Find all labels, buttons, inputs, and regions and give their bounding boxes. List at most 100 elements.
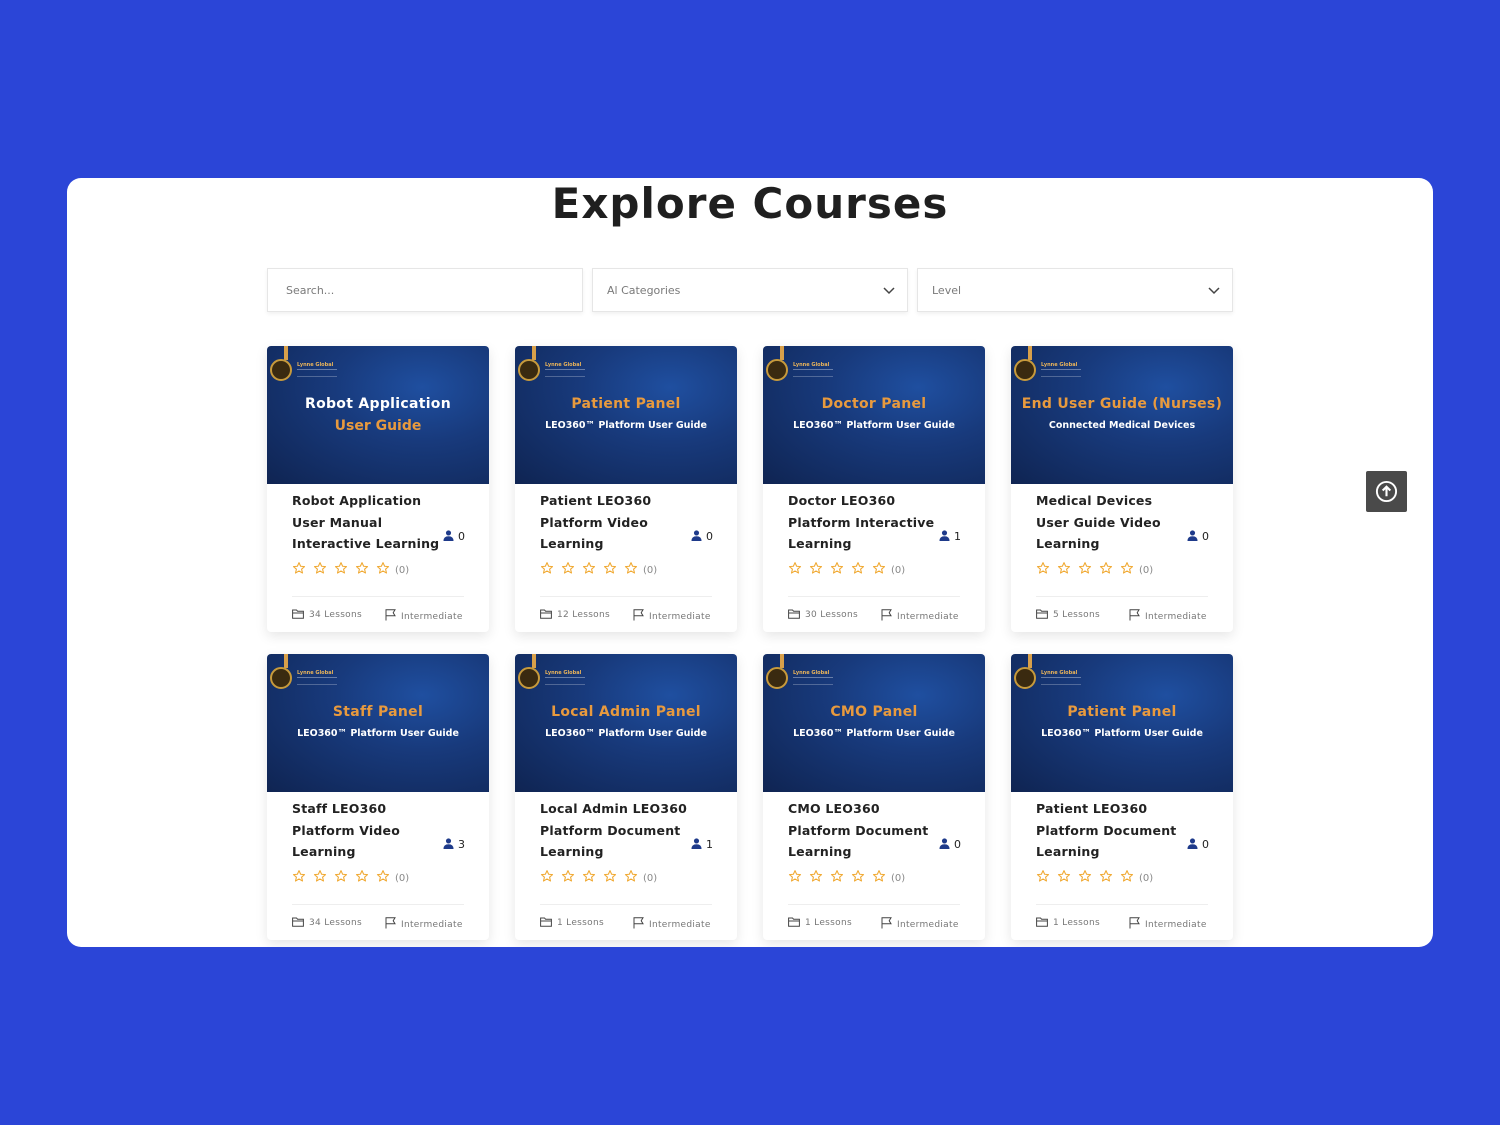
lesson-count-value: 1 Lessons (557, 917, 604, 928)
brand-logo-icon (270, 359, 292, 381)
thumbnail-subtitle: LEO360™ Platform User Guide (297, 728, 459, 739)
category-select[interactable]: Al Categories (592, 268, 908, 312)
star-outline-icon (1120, 869, 1134, 882)
thumbnail-subtitle: Connected Medical Devices (1048, 420, 1196, 431)
student-count: 3 (443, 838, 465, 851)
course-title[interactable]: Robot Application User Manual Interactiv… (292, 490, 442, 555)
card-footer: 1 Lessons Intermediate (1036, 903, 1208, 940)
thumbnail-brand: Lynne Global (297, 362, 334, 368)
folder-icon (292, 609, 304, 619)
star-outline-icon (334, 869, 348, 882)
thumbnail-brand: Lynne Global (1041, 670, 1078, 676)
star-outline-icon (376, 869, 390, 882)
thumbnail-brand: Lynne Global (297, 670, 334, 676)
brand-logo-icon (766, 359, 788, 381)
course-title[interactable]: Patient LEO360 Platform Video Learning (540, 490, 690, 555)
scroll-top-button[interactable] (1366, 471, 1407, 512)
brand-logo-icon (1014, 359, 1036, 381)
card-footer: 34 Lessons Intermediate (292, 903, 464, 940)
lesson-count-value: 12 Lessons (557, 609, 610, 620)
lesson-count-value: 1 Lessons (805, 917, 852, 928)
course-title[interactable]: Medical Devices User Guide Video Learnin… (1036, 490, 1186, 555)
course-thumbnail[interactable]: Lynne Global Robot Application User Guide (267, 346, 489, 484)
user-icon (691, 838, 702, 849)
star-outline-icon (561, 869, 575, 882)
course-title[interactable]: CMO LEO360 Platform Document Learning (788, 798, 938, 863)
student-count-value: 0 (458, 530, 465, 543)
star-outline-icon (540, 869, 554, 882)
star-outline-icon (292, 869, 306, 882)
star-outline-icon (582, 561, 596, 574)
course-card[interactable]: Lynne Global Local Admin Panel LEO360™ Pla… (515, 654, 737, 940)
course-level-value: Intermediate (401, 611, 463, 622)
brand-logo-icon (518, 359, 540, 381)
course-card[interactable]: Lynne Global Patient Panel LEO360™ Platfor… (515, 346, 737, 632)
user-icon (443, 838, 454, 849)
star-outline-icon (561, 561, 575, 574)
thumbnail-title: Doctor Panel (821, 396, 927, 412)
chevron-down-icon (883, 287, 895, 295)
thumbnail-title: Patient Panel (1067, 704, 1177, 720)
star-outline-icon (355, 869, 369, 882)
lesson-count-value: 30 Lessons (805, 609, 858, 620)
rating-count: (0) (1139, 564, 1154, 576)
rating: (0) (540, 869, 712, 887)
lesson-count-value: 5 Lessons (1053, 609, 1100, 620)
lesson-count: 34 Lessons (292, 917, 362, 928)
course-thumbnail[interactable]: Lynne Global Patient Panel LEO360™ Platfor… (515, 346, 737, 484)
course-title[interactable]: Patient LEO360 Platform Document Learnin… (1036, 798, 1186, 863)
course-card[interactable]: Lynne Global Staff Panel LEO360™ Platform … (267, 654, 489, 940)
rating-count: (0) (891, 872, 906, 884)
course-thumbnail[interactable]: Lynne Global Staff Panel LEO360™ Platform … (267, 654, 489, 792)
student-count-value: 0 (1202, 838, 1209, 851)
star-outline-icon (1057, 561, 1071, 574)
thumbnail-brand-tagline (793, 369, 833, 377)
course-thumbnail[interactable]: Lynne Global CMO Panel LEO360™ Platform Us… (763, 654, 985, 792)
rating-count: (0) (1139, 872, 1154, 884)
thumbnail-title: Staff Panel (332, 704, 424, 720)
course-level: Intermediate (1129, 916, 1207, 930)
course-level-value: Intermediate (1145, 611, 1207, 622)
flag-icon (633, 916, 644, 928)
thumbnail-brand-tagline (297, 369, 337, 377)
folder-icon (292, 917, 304, 927)
logo-ribbon (780, 654, 784, 668)
star-outline-icon (376, 561, 390, 574)
flag-icon (881, 608, 892, 620)
course-thumbnail[interactable]: Lynne Global End User Guide (Nurses) Conne… (1011, 346, 1233, 484)
thumbnail-brand-tagline (793, 677, 833, 685)
course-card[interactable]: Lynne Global CMO Panel LEO360™ Platform Us… (763, 654, 985, 940)
student-count: 1 (939, 530, 961, 543)
course-level-value: Intermediate (897, 611, 959, 622)
card-body: Patient LEO360 Platform Document Learnin… (1011, 792, 1233, 940)
thumbnail-subtitle: LEO360™ Platform User Guide (545, 728, 707, 739)
star-outline-icon (292, 561, 306, 574)
folder-icon (540, 917, 552, 927)
course-level: Intermediate (633, 916, 711, 930)
course-card[interactable]: Lynne Global Robot Application User Guide R… (267, 346, 489, 632)
star-outline-icon (851, 869, 865, 882)
card-footer: 1 Lessons Intermediate (788, 903, 960, 940)
thumbnail-subtitle: LEO360™ Platform User Guide (1041, 728, 1203, 739)
rating-count: (0) (395, 564, 410, 576)
thumbnail-brand-tagline (545, 677, 585, 685)
level-select[interactable]: Level (917, 268, 1233, 312)
course-card[interactable]: Lynne Global Patient Panel LEO360™ Platfor… (1011, 654, 1233, 940)
user-icon (1187, 530, 1198, 541)
thumbnail-subtitle: User Guide (334, 418, 422, 434)
card-footer: 1 Lessons Intermediate (540, 903, 712, 940)
search-input[interactable]: Search... (267, 268, 583, 312)
course-thumbnail[interactable]: Lynne Global Doctor Panel LEO360™ Platform… (763, 346, 985, 484)
course-card[interactable]: Lynne Global Doctor Panel LEO360™ Platform… (763, 346, 985, 632)
lesson-count-value: 34 Lessons (309, 917, 362, 928)
thumbnail-brand: Lynne Global (545, 670, 582, 676)
student-count-value: 1 (706, 838, 713, 851)
course-title[interactable]: Staff LEO360 Platform Video Learning (292, 798, 442, 863)
lesson-count: 1 Lessons (1036, 917, 1100, 928)
course-thumbnail[interactable]: Lynne Global Patient Panel LEO360™ Platfor… (1011, 654, 1233, 792)
course-card[interactable]: Lynne Global End User Guide (Nurses) Conne… (1011, 346, 1233, 632)
course-title[interactable]: Doctor LEO360 Platform Interactive Learn… (788, 490, 938, 555)
logo-ribbon (1028, 346, 1032, 360)
course-title[interactable]: Local Admin LEO360 Platform Document Lea… (540, 798, 690, 863)
course-thumbnail[interactable]: Lynne Global Local Admin Panel LEO360™ Pla… (515, 654, 737, 792)
